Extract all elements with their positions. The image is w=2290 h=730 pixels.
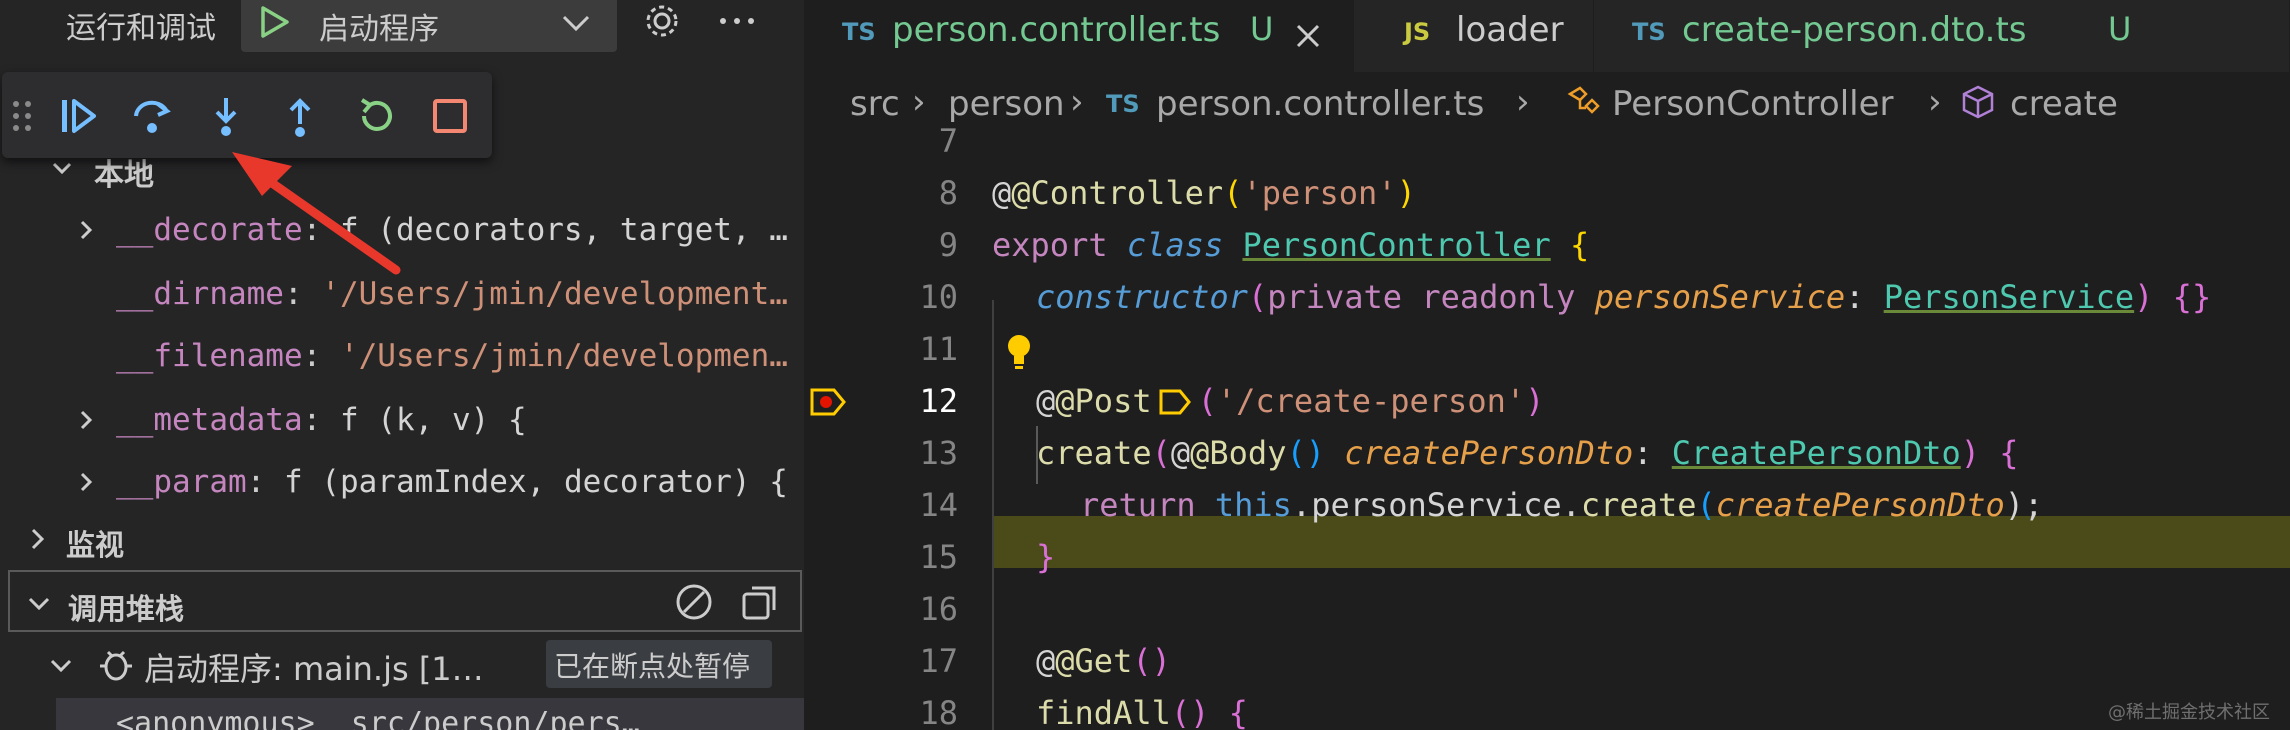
watch-label: 监视 xyxy=(66,528,125,562)
line-number: 10 xyxy=(919,278,958,316)
variable-value: '/Users/jmin/development… xyxy=(321,276,788,312)
code-line: 10 constructor(private readonly personSe… xyxy=(804,272,2290,324)
typescript-icon: TS xyxy=(842,18,876,46)
drag-handle-icon[interactable] xyxy=(10,96,34,136)
code-line: 17 @@Get() xyxy=(804,636,2290,688)
code-line: 14 return this.personService.create(crea… xyxy=(804,480,2290,532)
chevron-down-icon[interactable] xyxy=(50,156,74,180)
launch-config-label: 启动程序 xyxy=(319,12,439,47)
line-number: 17 xyxy=(919,642,958,680)
chevron-down-icon xyxy=(562,15,590,32)
debug-sidebar: 运行和调试 启动程序 本地 __decorate: f (decorators,… xyxy=(0,0,804,730)
line-number: 16 xyxy=(919,590,958,628)
run-debug-title: 运行和调试 xyxy=(66,11,216,46)
method-icon xyxy=(1962,85,1994,119)
code-line: 7 xyxy=(804,116,2290,168)
line-number: 18 xyxy=(919,694,958,730)
bug-icon xyxy=(100,650,132,681)
code-line: 11 xyxy=(804,324,2290,376)
variable-value: f (decorators, target, … xyxy=(339,212,788,248)
code-area[interactable]: 7 8 @@Controller('person') 9 export clas… xyxy=(804,122,2290,730)
chevron-down-icon[interactable] xyxy=(48,652,74,678)
chevron-right-icon[interactable] xyxy=(74,218,98,242)
editor: TS person.controller.ts U JS loader TS c… xyxy=(804,0,2290,730)
line-number: 14 xyxy=(919,486,958,524)
gear-icon[interactable] xyxy=(638,0,686,42)
tab-create-person-dto[interactable]: TS create-person.dto.ts U xyxy=(1594,0,2290,72)
debug-toolbar xyxy=(2,72,492,158)
toggle-breakpoints-icon[interactable] xyxy=(674,582,714,622)
play-icon[interactable] xyxy=(253,2,293,42)
thread-row[interactable]: 启动程序: main.js [1… 已在断点处暂停 xyxy=(0,632,804,696)
variable-row[interactable]: __filename: '/Users/jmin/developmen… xyxy=(0,326,804,386)
collapse-all-icon[interactable] xyxy=(740,582,780,622)
tab-label: create-person.dto.ts xyxy=(1682,10,2027,50)
variable-row[interactable]: __dirname: '/Users/jmin/development… xyxy=(0,264,804,324)
step-into-icon[interactable] xyxy=(204,94,248,138)
line-number: 9 xyxy=(938,226,958,264)
more-icon[interactable] xyxy=(712,2,762,40)
variable-name: __filename xyxy=(116,338,303,374)
line-number: 8 xyxy=(938,174,958,212)
tab-label: loader xyxy=(1456,10,1564,50)
run-debug-header: 运行和调试 启动程序 xyxy=(0,0,804,52)
step-out-icon[interactable] xyxy=(278,94,322,138)
class-icon xyxy=(1567,86,1600,114)
variable-name: __metadata xyxy=(116,402,303,438)
tab-loader[interactable]: JS loader xyxy=(1354,0,1594,72)
close-icon[interactable] xyxy=(1294,22,1322,50)
variable-row[interactable]: __param: f (paramIndex, decorator) { xyxy=(0,452,804,512)
chevron-right-icon[interactable] xyxy=(74,470,98,494)
code-line: 13 create(@@Body() createPersonDto: Crea… xyxy=(804,428,2290,480)
line-number: 7 xyxy=(938,122,958,160)
restart-icon[interactable] xyxy=(354,94,398,138)
variable-name: __param xyxy=(116,464,247,500)
watermark: @稀土掘金技术社区 xyxy=(2108,702,2270,723)
editor-tabbar: TS person.controller.ts U JS loader TS c… xyxy=(804,0,2290,72)
variable-name: __decorate xyxy=(116,212,303,248)
variable-value: f (k, v) { xyxy=(339,402,527,438)
chevron-right-icon[interactable] xyxy=(24,526,50,552)
watch-section[interactable]: 监视 xyxy=(0,508,804,570)
code-line: 12 @@Post ('/create-person') xyxy=(804,376,2290,428)
variable-value: f (paramIndex, decorator) { xyxy=(283,464,788,500)
typescript-icon: TS xyxy=(1106,90,1140,118)
line-number: 13 xyxy=(919,434,958,472)
stop-icon[interactable] xyxy=(428,94,472,138)
inline-breakpoint-icon[interactable] xyxy=(1158,386,1192,418)
stack-frame-label: <anonymous> src/person/pers… xyxy=(116,706,640,730)
chevron-down-icon[interactable] xyxy=(26,590,52,616)
git-untracked-badge: U xyxy=(1250,10,1274,48)
stack-frame-row[interactable]: <anonymous> src/person/pers… xyxy=(56,698,804,730)
chevron-right-icon[interactable] xyxy=(74,408,98,432)
callstack-label: 调用堆栈 xyxy=(68,592,185,626)
variable-row[interactable]: __metadata: f (k, v) { xyxy=(0,390,804,450)
thread-label: 启动程序: main.js [1… xyxy=(144,650,484,688)
launch-config-select[interactable]: 启动程序 xyxy=(241,0,617,52)
line-number: 11 xyxy=(919,330,958,368)
lightbulb-icon[interactable] xyxy=(1004,332,1034,372)
code-line: 9 export class PersonController { xyxy=(804,220,2290,272)
variable-name: __dirname xyxy=(116,276,284,312)
code-line: 8 @@Controller('person') xyxy=(804,168,2290,220)
continue-icon[interactable] xyxy=(56,94,100,138)
code-line: 16 xyxy=(804,584,2290,636)
line-number: 12 xyxy=(919,382,958,420)
tab-label: person.controller.ts xyxy=(892,10,1221,50)
variable-row[interactable]: __decorate: f (decorators, target, … xyxy=(0,200,804,260)
step-over-icon[interactable] xyxy=(130,94,174,138)
line-number: 15 xyxy=(919,538,958,576)
code-line: 15 } xyxy=(804,532,2290,584)
javascript-icon: JS xyxy=(1404,18,1431,46)
git-untracked-badge: U xyxy=(2108,10,2132,48)
callstack-section[interactable]: 调用堆栈 xyxy=(8,570,802,632)
typescript-icon: TS xyxy=(1632,18,1666,46)
code-line: 18 findAll() { xyxy=(804,688,2290,730)
variable-value: '/Users/jmin/developmen… xyxy=(339,338,788,374)
paused-status-badge: 已在断点处暂停 xyxy=(546,640,772,688)
tab-person-controller[interactable]: TS person.controller.ts U xyxy=(804,0,1354,72)
